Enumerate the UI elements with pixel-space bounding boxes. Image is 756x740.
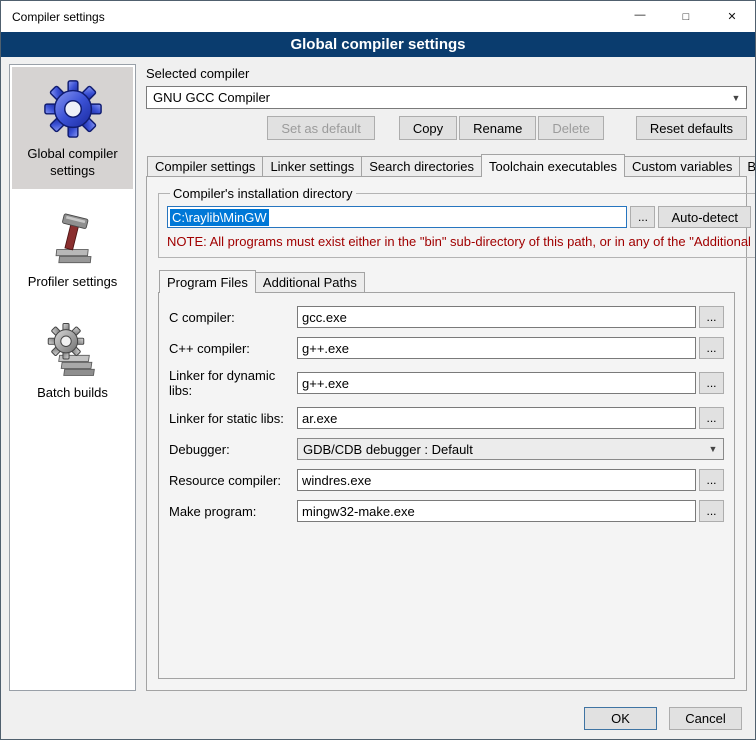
maximize-icon: □ [683,11,690,23]
sidebar-item-label: Profiler settings [28,274,118,291]
cpp-compiler-browse-button[interactable]: ... [699,337,724,359]
autodetect-button[interactable]: Auto-detect [658,206,751,228]
tab-search-directories[interactable]: Search directories [361,156,482,176]
installation-directory-row: C:\raylib\MinGW ... Auto-detect [167,206,751,228]
debugger-label: Debugger: [169,442,297,457]
form-row-make-program: Make program: ... [169,500,724,522]
main-panel: Selected compiler GNU GCC Compiler ▼ Set… [146,64,747,691]
debugger-value: GDB/CDB debugger : Default [303,442,473,457]
form-row-debugger: Debugger: GDB/CDB debugger : Default ▼ [169,438,724,460]
dynamic-linker-label: Linker for dynamic libs: [169,368,297,398]
dynamic-linker-browse-button[interactable]: ... [699,372,724,394]
resource-compiler-label: Resource compiler: [169,473,297,488]
settings-sidebar: Global compiler settings Profiler settin… [9,64,136,691]
selected-compiler-label: Selected compiler [146,66,747,81]
installation-directory-browse-button[interactable]: ... [630,206,655,228]
form-row-cpp-compiler: C++ compiler: ... [169,337,724,359]
program-files-panel: C compiler: ... C++ compiler: ... [158,292,735,679]
c-compiler-label: C compiler: [169,310,297,325]
resource-compiler-input[interactable] [297,469,696,491]
static-linker-browse-button[interactable]: ... [699,407,724,429]
delete-button: Delete [538,116,604,140]
installation-directory-value: C:\raylib\MinGW [170,209,269,226]
maximize-button[interactable]: □ [663,1,709,32]
program-files-tabstrip: Program Files Additional Paths [158,270,735,292]
ok-button[interactable]: OK [584,707,657,730]
form-row-resource-compiler: Resource compiler: ... [169,469,724,491]
static-linker-label: Linker for static libs: [169,411,297,426]
tab-linker-settings[interactable]: Linker settings [262,156,362,176]
cpp-compiler-label: C++ compiler: [169,341,297,356]
make-program-browse-button[interactable]: ... [699,500,724,522]
form-row-static-linker: Linker for static libs: ... [169,407,724,429]
dialog-content: Global compiler settings Profiler settin… [1,57,755,697]
tab-additional-paths[interactable]: Additional Paths [255,272,365,292]
compiler-actions: Set as default Copy Rename Delete Reset … [146,116,747,140]
tab-custom-variables[interactable]: Custom variables [624,156,740,176]
debugger-dropdown[interactable]: GDB/CDB debugger : Default ▼ [297,438,724,460]
sidebar-item-label: Batch builds [37,385,108,402]
c-compiler-input[interactable] [297,306,696,328]
chevron-down-icon: ▼ [726,93,746,103]
blue-gear-icon [42,77,104,139]
titlebar[interactable]: Compiler settings — □ ✕ [1,1,755,32]
dialog-footer: OK Cancel [1,697,755,739]
tab-compiler-settings[interactable]: Compiler settings [147,156,263,176]
cancel-button[interactable]: Cancel [669,707,742,730]
gray-gear-stack-icon [45,322,101,378]
c-compiler-browse-button[interactable]: ... [699,306,724,328]
profiler-tool-icon [45,211,101,267]
sidebar-item-label: Global compiler settings [15,146,130,180]
sidebar-item-global-compiler-settings[interactable]: Global compiler settings [12,67,133,189]
set-as-default-button: Set as default [267,116,375,140]
tab-program-files[interactable]: Program Files [159,270,256,293]
form-row-dynamic-linker: Linker for dynamic libs: ... [169,368,724,398]
installation-directory-input[interactable]: C:\raylib\MinGW [167,206,627,228]
make-program-label: Make program: [169,504,297,519]
sidebar-item-profiler-settings[interactable]: Profiler settings [12,201,133,300]
toolchain-executables-panel: Compiler's installation directory C:\ray… [146,176,747,691]
rename-button[interactable]: Rename [459,116,536,140]
copy-button[interactable]: Copy [399,116,457,140]
tab-toolchain-executables[interactable]: Toolchain executables [481,154,625,177]
tab-build-options[interactable]: Builc [739,156,756,176]
form-row-c-compiler: C compiler: ... [169,306,724,328]
installation-directory-group: Compiler's installation directory C:\ray… [158,186,756,258]
installation-directory-title: Compiler's installation directory [170,186,356,201]
sidebar-item-batch-builds[interactable]: Batch builds [12,312,133,411]
compiler-settings-dialog: Compiler settings — □ ✕ Global compiler … [0,0,756,740]
make-program-input[interactable] [297,500,696,522]
selected-compiler-value: GNU GCC Compiler [153,90,270,105]
reset-defaults-button[interactable]: Reset defaults [636,116,747,140]
minimize-button[interactable]: — [617,1,663,32]
chevron-down-icon: ▼ [703,444,723,454]
minimize-icon: — [635,9,646,21]
settings-tabstrip: Compiler settings Linker settings Search… [146,153,747,176]
dynamic-linker-input[interactable] [297,372,696,394]
resource-compiler-browse-button[interactable]: ... [699,469,724,491]
cpp-compiler-input[interactable] [297,337,696,359]
close-button[interactable]: ✕ [709,1,755,32]
static-linker-input[interactable] [297,407,696,429]
page-title: Global compiler settings [1,32,755,57]
selected-compiler-dropdown[interactable]: GNU GCC Compiler ▼ [146,86,747,109]
bin-subdirectory-note: NOTE: All programs must exist either in … [167,234,751,249]
close-icon: ✕ [727,10,736,23]
window-title: Compiler settings [1,1,617,32]
